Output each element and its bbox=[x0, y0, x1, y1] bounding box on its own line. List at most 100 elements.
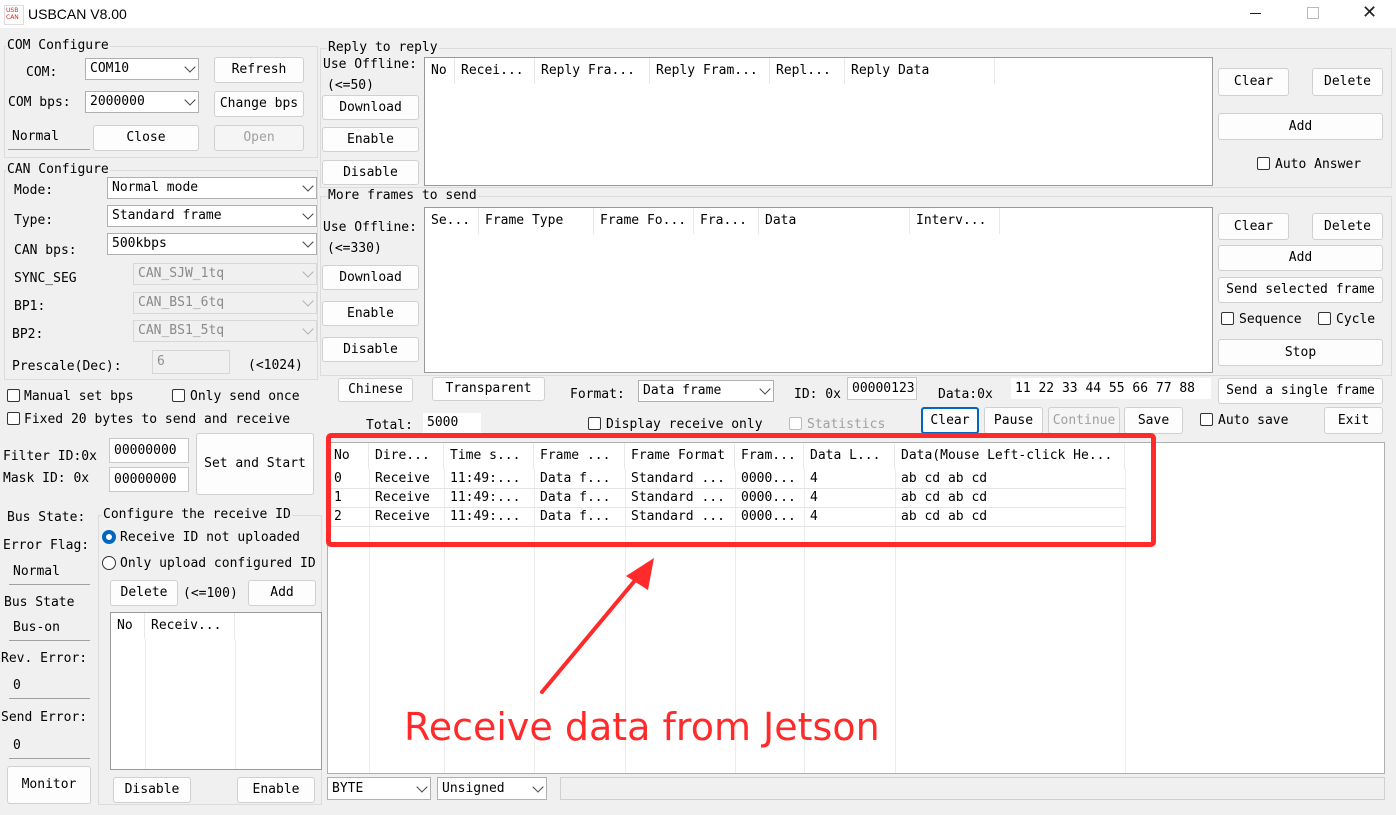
more-frames-delete-button[interactable]: Delete bbox=[1312, 213, 1383, 240]
continue-button[interactable]: Continue bbox=[1048, 407, 1120, 434]
reply-enable-button[interactable]: Enable bbox=[322, 127, 419, 152]
sign-select[interactable]: Unsigned bbox=[437, 777, 547, 800]
cycle-checkbox[interactable] bbox=[1318, 312, 1331, 325]
refresh-button[interactable]: Refresh bbox=[214, 57, 304, 83]
com-port-select[interactable]: COM10 bbox=[85, 58, 199, 80]
more-frames-disable-button[interactable]: Disable bbox=[322, 337, 419, 362]
fixed-20-checkbox[interactable] bbox=[7, 412, 20, 425]
stop-button[interactable]: Stop bbox=[1218, 339, 1383, 366]
more-frames-use-offline-label: Use Offline: bbox=[323, 220, 417, 235]
reply-col-reply-data[interactable]: Reply Data bbox=[845, 58, 995, 84]
com-status-field: Normal bbox=[8, 126, 90, 150]
receive-id-add-button[interactable]: Add bbox=[248, 580, 316, 606]
auto-answer-checkbox[interactable] bbox=[1257, 157, 1270, 170]
reply-col-reply-frame[interactable]: Reply Fra... bbox=[535, 58, 650, 84]
annotation-text: Receive data from Jetson bbox=[404, 705, 880, 749]
error-flag-field: Normal bbox=[9, 561, 90, 585]
type-select[interactable]: Standard frame bbox=[107, 205, 317, 227]
monitor-button[interactable]: Monitor bbox=[7, 766, 91, 804]
reply-add-button[interactable]: Add bbox=[1218, 113, 1383, 140]
exit-button[interactable]: Exit bbox=[1324, 407, 1383, 434]
change-bps-button[interactable]: Change bps bbox=[214, 91, 304, 117]
maximize-icon[interactable] bbox=[1307, 7, 1319, 19]
id-input[interactable]: 00000123 bbox=[847, 377, 917, 400]
more-frames-col-frame-format[interactable]: Frame Fo... bbox=[594, 208, 694, 234]
reply-clear-button[interactable]: Clear bbox=[1218, 68, 1289, 96]
chinese-button[interactable]: Chinese bbox=[338, 378, 413, 402]
open-button[interactable]: Open bbox=[214, 125, 304, 151]
prescale-input[interactable]: 6 bbox=[152, 350, 230, 374]
bp1-select[interactable]: CAN_BS1_6tq bbox=[133, 292, 317, 314]
manual-bps-checkbox[interactable] bbox=[7, 389, 20, 402]
reply-col-reply-id[interactable]: Repl... bbox=[770, 58, 845, 84]
format-select[interactable]: Data frame bbox=[638, 380, 774, 402]
chevron-down-icon bbox=[184, 61, 196, 73]
sequence-checkbox[interactable] bbox=[1221, 312, 1234, 325]
more-frames-col-frame-id[interactable]: Fra... bbox=[694, 208, 759, 234]
more-frames-col-seq[interactable]: Se... bbox=[425, 208, 479, 234]
send-error-field: 0 bbox=[9, 735, 90, 759]
more-frames-col-data[interactable]: Data bbox=[759, 208, 910, 234]
reply-list[interactable]: No Recei... Reply Fra... Reply Fram... R… bbox=[424, 57, 1213, 186]
more-frames-list[interactable]: Se... Frame Type Frame Fo... Fra... Data… bbox=[424, 207, 1213, 373]
minimize-icon[interactable] bbox=[1250, 13, 1261, 14]
receive-id-list[interactable]: No Receiv... bbox=[110, 612, 322, 770]
reply-disable-button[interactable]: Disable bbox=[322, 160, 419, 185]
reply-col-receive[interactable]: Recei... bbox=[455, 58, 535, 84]
set-and-start-button[interactable]: Set and Start bbox=[196, 433, 314, 495]
close-icon[interactable]: ✕ bbox=[1362, 2, 1377, 23]
fixed-20-label: Fixed 20 bytes to send and receive bbox=[24, 412, 291, 427]
chevron-down-icon bbox=[532, 780, 544, 793]
display-receive-only-label: Display receive only bbox=[606, 417, 763, 432]
receive-id-col-no[interactable]: No bbox=[111, 613, 145, 639]
mode-select[interactable]: Normal mode bbox=[107, 177, 317, 199]
mask-id-input[interactable]: 00000000 bbox=[109, 467, 189, 492]
receive-clear-button[interactable]: Clear bbox=[921, 407, 979, 434]
save-button[interactable]: Save bbox=[1124, 407, 1183, 434]
display-receive-only-checkbox[interactable] bbox=[588, 417, 601, 430]
statistics-checkbox[interactable] bbox=[789, 417, 802, 430]
receive-id-limit: (<=100) bbox=[183, 586, 238, 601]
receive-id-disable-button[interactable]: Disable bbox=[113, 777, 191, 803]
more-frames-col-frame-type[interactable]: Frame Type bbox=[479, 208, 594, 234]
more-frames-clear-button[interactable]: Clear bbox=[1218, 213, 1289, 240]
can-bps-select[interactable]: 500kbps bbox=[107, 233, 317, 255]
only-upload-configured-radio[interactable] bbox=[102, 556, 116, 570]
receive-id-title: Configure the receive ID bbox=[102, 507, 292, 523]
reply-download-button[interactable]: Download bbox=[322, 95, 419, 120]
auto-save-checkbox[interactable] bbox=[1200, 413, 1213, 426]
close-button[interactable]: Close bbox=[93, 125, 199, 151]
data-input[interactable]: 11 22 33 44 55 66 77 88 bbox=[1010, 377, 1212, 400]
sync-seg-select[interactable]: CAN_SJW_1tq bbox=[133, 263, 317, 285]
send-single-frame-button[interactable]: Send a single frame bbox=[1218, 378, 1383, 404]
more-frames-enable-button[interactable]: Enable bbox=[322, 301, 419, 326]
can-bps-value: 500kbps bbox=[112, 236, 167, 251]
more-frames-col-interval[interactable]: Interv... bbox=[910, 208, 1000, 234]
more-frames-download-button[interactable]: Download bbox=[322, 265, 419, 290]
hex-display-field[interactable] bbox=[560, 777, 1385, 800]
sync-seg-value: CAN_SJW_1tq bbox=[138, 266, 225, 281]
data-label: Data:0x bbox=[938, 387, 993, 402]
filter-id-input[interactable]: 00000000 bbox=[109, 438, 189, 463]
reply-col-reply-frame-format[interactable]: Reply Fram... bbox=[650, 58, 770, 84]
reply-delete-button[interactable]: Delete bbox=[1312, 68, 1383, 96]
type-value: Standard frame bbox=[112, 208, 222, 223]
chevron-down-icon bbox=[184, 94, 196, 106]
manual-bps-label: Manual set bps bbox=[24, 389, 134, 404]
pause-button[interactable]: Pause bbox=[984, 407, 1043, 434]
more-frames-limit: (<=330) bbox=[327, 241, 382, 256]
receive-id-not-uploaded-radio[interactable] bbox=[102, 530, 116, 544]
transparent-button[interactable]: Transparent bbox=[432, 377, 545, 401]
bp2-select[interactable]: CAN_BS1_5tq bbox=[133, 320, 317, 342]
more-frames-add-button[interactable]: Add bbox=[1218, 245, 1383, 271]
receive-id-enable-button[interactable]: Enable bbox=[237, 777, 315, 803]
only-send-once-checkbox[interactable] bbox=[172, 389, 185, 402]
byte-select[interactable]: BYTE bbox=[327, 777, 431, 800]
reply-col-no[interactable]: No bbox=[425, 58, 455, 84]
send-selected-frame-button[interactable]: Send selected frame bbox=[1218, 277, 1383, 303]
com-port-value: COM10 bbox=[90, 61, 130, 76]
receive-id-col-receive[interactable]: Receiv... bbox=[145, 613, 235, 639]
total-input[interactable]: 5000 bbox=[422, 412, 482, 434]
receive-id-delete-button[interactable]: Delete bbox=[110, 580, 178, 606]
com-bps-select[interactable]: 2000000 bbox=[85, 91, 199, 113]
